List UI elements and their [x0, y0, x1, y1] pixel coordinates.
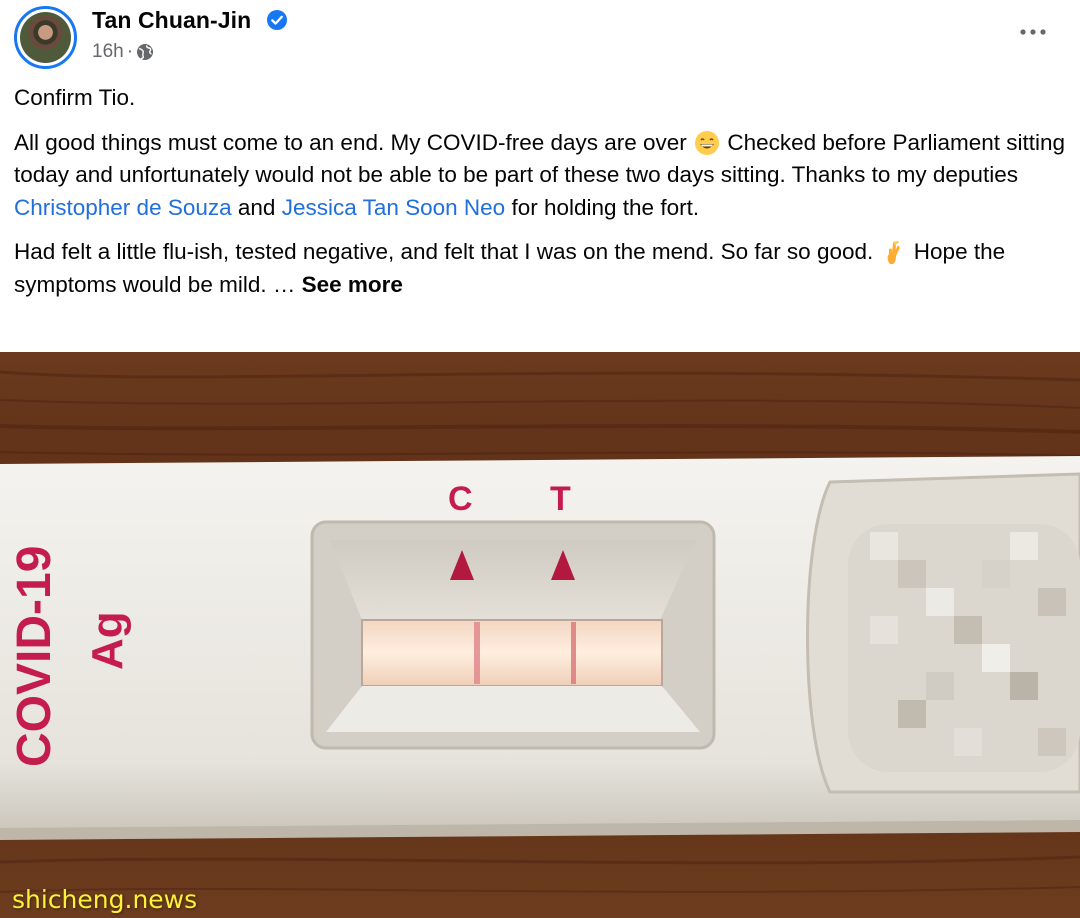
meta-separator: · — [126, 41, 134, 62]
post-text-line: Confirm Tio. — [14, 85, 136, 110]
post-timestamp[interactable]: 16h — [92, 41, 124, 63]
mention-link-jessica[interactable]: Jessica Tan Soon Neo — [282, 195, 505, 220]
author-name[interactable]: Tan Chuan-Jin — [92, 7, 251, 34]
author-avatar[interactable] — [14, 6, 77, 69]
post-paragraph: Confirm Tio. — [14, 82, 1069, 115]
post-paragraph: Had felt a little flu-ish, tested negati… — [14, 236, 1069, 301]
test-kit-photo: COVID-19 Ag C T — [0, 352, 1080, 918]
window-lower-bevel — [326, 686, 700, 732]
post-text-segment: All good things must come to an end. My … — [14, 129, 687, 155]
post-header: Tan Chuan-Jin 16h · — [0, 0, 1080, 78]
mention-link-christopher[interactable]: Christopher de Souza — [14, 195, 232, 220]
crossed-fingers-emoji — [887, 240, 900, 264]
avatar-photo — [20, 12, 71, 63]
kit-label-covid: COVID-19 — [8, 546, 61, 767]
post-photo[interactable]: COVID-19 Ag C T shicheng.news — [0, 352, 1080, 918]
post-text-segment: for holding the fort. — [511, 194, 700, 220]
marker-t-label: T — [550, 480, 571, 518]
test-strip — [361, 619, 663, 687]
post-text-segment: Had felt a little flu-ish, tested negati… — [14, 239, 874, 264]
grinning-face-emoji — [695, 130, 720, 155]
kit-label-ag: Ag — [83, 611, 132, 670]
control-line — [474, 622, 480, 684]
marker-c-label: C — [448, 480, 473, 518]
post-meta: 16h · — [92, 41, 154, 63]
test-line — [571, 622, 576, 684]
globe-icon[interactable] — [136, 43, 154, 61]
see-more-link[interactable]: See more — [302, 272, 403, 297]
more-options-icon[interactable] — [1018, 22, 1048, 42]
watermark-text: shicheng.news — [12, 885, 198, 914]
post-body-text: Confirm Tio. All good things must come t… — [14, 82, 1069, 313]
result-window-bevel — [330, 540, 696, 620]
post-text-segment: and — [237, 194, 276, 220]
post-paragraph: All good things must come to an end. My … — [14, 127, 1069, 225]
pixelated-area — [848, 524, 1080, 772]
verified-badge-icon — [267, 10, 287, 30]
